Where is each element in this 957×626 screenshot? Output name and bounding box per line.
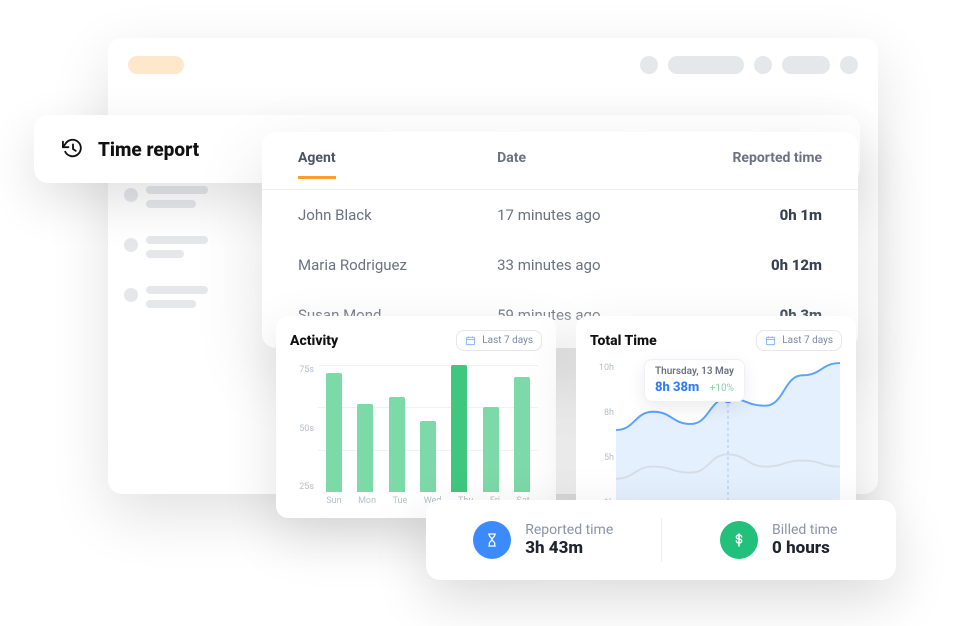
total-time-card: Total Time Last 7 days 10h 8h 5h 1h Thur… xyxy=(576,316,856,518)
activity-bar xyxy=(420,421,436,492)
table-row: John Black 17 minutes ago 0h 1m xyxy=(262,190,858,240)
y-tick: 8h xyxy=(592,408,614,418)
y-tick: 5h xyxy=(592,453,614,463)
activity-range-label: Last 7 days xyxy=(482,335,533,346)
y-tick: 10h xyxy=(592,363,614,373)
y-tick: 25s xyxy=(290,482,314,492)
dollar-icon xyxy=(720,521,758,559)
hourglass-icon xyxy=(473,521,511,559)
billed-time-label: Billed time xyxy=(772,522,837,538)
topbar-pill-placeholder xyxy=(668,56,744,74)
activity-range-chip[interactable]: Last 7 days xyxy=(456,330,542,351)
activity-bar xyxy=(357,404,373,492)
date-cell: 17 minutes ago xyxy=(497,206,686,224)
chart-tooltip: Thursday, 13 May 8h 38m +10% xyxy=(644,359,745,402)
summary-card: Reported time 3h 43m Billed time 0 hours xyxy=(426,500,896,580)
tooltip-value: 8h 38m xyxy=(655,380,699,395)
summary-billed: Billed time 0 hours xyxy=(662,521,897,559)
calendar-icon xyxy=(765,335,776,346)
column-header-date[interactable]: Date xyxy=(497,150,686,179)
topbar-dot-placeholder xyxy=(840,56,858,74)
tooltip-delta: +10% xyxy=(710,383,734,394)
reported-time-cell: 0h 12m xyxy=(686,256,822,274)
activity-chart: 75s 50s 25s SunMonTueWedThuFriSat xyxy=(290,357,542,514)
time-report-title: Time report xyxy=(98,138,199,161)
date-cell: 33 minutes ago xyxy=(497,256,686,274)
column-header-reported-time[interactable]: Reported time xyxy=(686,150,822,179)
agent-name-cell: Maria Rodriguez xyxy=(298,256,497,274)
background-topbar xyxy=(108,38,878,92)
reported-time-label: Reported time xyxy=(525,522,613,538)
topbar-dot-placeholder xyxy=(754,56,772,74)
column-header-agent[interactable]: Agent xyxy=(298,150,336,179)
y-tick: 50s xyxy=(290,424,314,434)
billed-time-value: 0 hours xyxy=(772,538,837,558)
history-icon xyxy=(62,138,84,160)
logo-placeholder xyxy=(128,56,184,74)
activity-bar xyxy=(451,365,467,492)
table-header-row: Agent Date Reported time xyxy=(262,132,858,190)
activity-card: Activity Last 7 days 75s 50s 25s Sun Mon T… xyxy=(276,316,556,518)
activity-card-title: Activity xyxy=(290,333,338,349)
x-tick: Tue xyxy=(393,496,408,512)
topbar-pill-placeholder xyxy=(782,56,830,74)
x-tick: Mon xyxy=(358,496,376,512)
x-tick: Sun xyxy=(326,496,341,512)
reported-time-cell: 0h 1m xyxy=(686,206,822,224)
total-time-card-title: Total Time xyxy=(590,333,657,349)
y-tick: 75s xyxy=(290,365,314,375)
total-time-range-label: Last 7 days xyxy=(782,335,833,346)
table-row: Maria Rodriguez 33 minutes ago 0h 12m xyxy=(262,240,858,290)
topbar-dot-placeholder xyxy=(640,56,658,74)
calendar-icon xyxy=(465,335,476,346)
agent-name-cell: John Black xyxy=(298,206,497,224)
total-time-chart: 10h 8h 5h 1h Thursday, 13 May 8h 38m +10… xyxy=(590,357,842,514)
activity-bar xyxy=(389,397,405,492)
activity-bar xyxy=(514,377,530,492)
total-time-range-chip[interactable]: Last 7 days xyxy=(756,330,842,351)
tooltip-date: Thursday, 13 May xyxy=(655,366,734,377)
summary-reported: Reported time 3h 43m xyxy=(426,521,661,559)
activity-bar xyxy=(483,407,499,492)
activity-bar xyxy=(326,373,342,492)
reported-time-value: 3h 43m xyxy=(525,538,613,558)
